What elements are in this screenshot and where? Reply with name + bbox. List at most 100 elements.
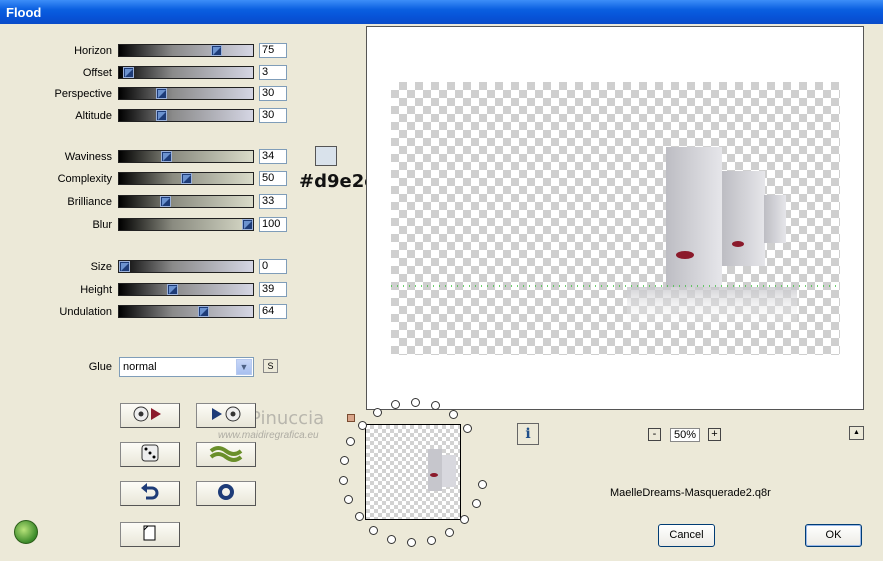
slider-complexity[interactable] <box>118 172 254 185</box>
slider-thumb[interactable] <box>167 284 178 295</box>
collapse-up-button[interactable]: ▲ <box>849 426 864 440</box>
value-field-undulation[interactable]: 64 <box>259 304 287 319</box>
slider-label-altitude: Altitude <box>75 110 112 122</box>
navigator-dot[interactable] <box>369 526 378 535</box>
filename-label: MaelleDreams-Masquerade2.q8r <box>610 487 771 499</box>
navigator-dot[interactable] <box>387 535 396 544</box>
page-icon <box>143 525 156 541</box>
value-field-waviness[interactable]: 34 <box>259 149 287 164</box>
navigator-dot[interactable] <box>411 398 420 407</box>
dice-icon <box>141 444 159 462</box>
value-field-height[interactable]: 39 <box>259 282 287 297</box>
glue-select[interactable]: normal ▼ <box>119 357 254 377</box>
slider-thumb[interactable] <box>160 196 171 207</box>
slider-thumb[interactable] <box>242 219 253 230</box>
slider-waviness[interactable] <box>118 150 254 163</box>
next-preset-icon <box>212 406 241 422</box>
navigator-dot[interactable] <box>355 512 364 521</box>
reset-button[interactable] <box>196 481 256 506</box>
cancel-button[interactable]: Cancel <box>658 524 715 547</box>
undo-button[interactable] <box>120 481 180 506</box>
navigator-dot[interactable] <box>472 499 481 508</box>
value-field-offset[interactable]: 3 <box>259 65 287 80</box>
preview-canvas[interactable] <box>366 26 864 410</box>
navigator-dot[interactable] <box>431 401 440 410</box>
navigator-dot[interactable] <box>463 424 472 433</box>
slider-thumb[interactable] <box>211 45 222 56</box>
slider-label-offset: Offset <box>82 67 112 79</box>
slider-label-perspective: Perspective <box>54 88 112 100</box>
slider-thumb[interactable] <box>119 261 130 272</box>
navigator-dot[interactable] <box>358 421 367 430</box>
navigator-thumbnail[interactable] <box>365 424 461 520</box>
watermark-name: Pinuccia <box>250 408 325 429</box>
zoom-in-button[interactable]: + <box>708 428 721 441</box>
ring-icon <box>218 484 234 500</box>
random-seed-button[interactable] <box>120 442 180 467</box>
navigator-dot[interactable] <box>344 495 353 504</box>
slider-thumb[interactable] <box>181 173 192 184</box>
copy-button[interactable] <box>120 522 180 547</box>
prev-preset-button[interactable] <box>120 403 180 428</box>
navigator-dot[interactable] <box>373 408 382 417</box>
slider-height[interactable] <box>118 283 254 296</box>
navigator-dot[interactable] <box>346 437 355 446</box>
prev-preset-icon <box>133 406 161 422</box>
wave-icon <box>209 446 243 462</box>
window-title: Flood <box>0 0 883 24</box>
slider-thumb[interactable] <box>156 110 167 121</box>
navigator-dot[interactable] <box>460 515 469 524</box>
navigator-image <box>428 449 456 491</box>
slider-label-waviness: Waviness <box>64 151 112 163</box>
slider-thumb[interactable] <box>198 306 209 317</box>
navigator-dot[interactable] <box>407 538 416 547</box>
slider-thumb[interactable] <box>161 151 172 162</box>
slider-label-complexity: Complexity <box>57 173 112 185</box>
watermark-url: www.maidiregrafica.eu <box>218 430 319 441</box>
navigator-dot[interactable] <box>391 400 400 409</box>
zoom-level: 50% <box>670 428 701 442</box>
chevron-down-icon[interactable]: ▼ <box>236 359 252 375</box>
navigator-handle[interactable] <box>347 414 355 422</box>
value-field-horizon[interactable]: 75 <box>259 43 287 58</box>
slider-label-undulation: Undulation <box>59 306 112 318</box>
flood-image <box>391 147 840 327</box>
app-logo-icon <box>14 520 38 544</box>
slider-brilliance[interactable] <box>118 195 254 208</box>
slider-label-blur: Blur <box>92 219 112 231</box>
slider-thumb[interactable] <box>123 67 134 78</box>
glue-select-value: normal <box>123 361 157 373</box>
slider-size[interactable] <box>118 260 254 273</box>
slider-label-brilliance: Brilliance <box>67 196 112 208</box>
navigator-dot[interactable] <box>427 536 436 545</box>
slider-horizon[interactable] <box>118 44 254 57</box>
next-preset-button[interactable] <box>196 403 256 428</box>
value-field-altitude[interactable]: 30 <box>259 108 287 123</box>
glue-label: Glue <box>88 361 112 373</box>
slider-label-height: Height <box>80 284 112 296</box>
wave-button[interactable] <box>196 442 256 467</box>
navigator-dot[interactable] <box>449 410 458 419</box>
navigator-dot[interactable] <box>445 528 454 537</box>
navigator-dot[interactable] <box>339 476 348 485</box>
slider-blur[interactable] <box>118 218 254 231</box>
info-button[interactable]: i <box>517 423 539 445</box>
value-field-brilliance[interactable]: 33 <box>259 194 287 209</box>
value-field-blur[interactable]: 100 <box>259 217 287 232</box>
slider-perspective[interactable] <box>118 87 254 100</box>
slider-label-size: Size <box>90 261 112 273</box>
slider-thumb[interactable] <box>156 88 167 99</box>
flood-color-swatch[interactable] <box>315 146 337 166</box>
ok-button[interactable]: OK <box>805 524 862 547</box>
value-field-perspective[interactable]: 30 <box>259 86 287 101</box>
slider-altitude[interactable] <box>118 109 254 122</box>
slider-undulation[interactable] <box>118 305 254 318</box>
value-field-complexity[interactable]: 50 <box>259 171 287 186</box>
navigator-dot[interactable] <box>340 456 349 465</box>
slider-label-horizon: Horizon <box>74 45 112 57</box>
zoom-out-button[interactable]: - <box>648 428 661 441</box>
navigator-dot[interactable] <box>478 480 487 489</box>
value-field-size[interactable]: 0 <box>259 259 287 274</box>
glue-s-button[interactable]: S <box>263 359 278 373</box>
slider-offset[interactable] <box>118 66 254 79</box>
